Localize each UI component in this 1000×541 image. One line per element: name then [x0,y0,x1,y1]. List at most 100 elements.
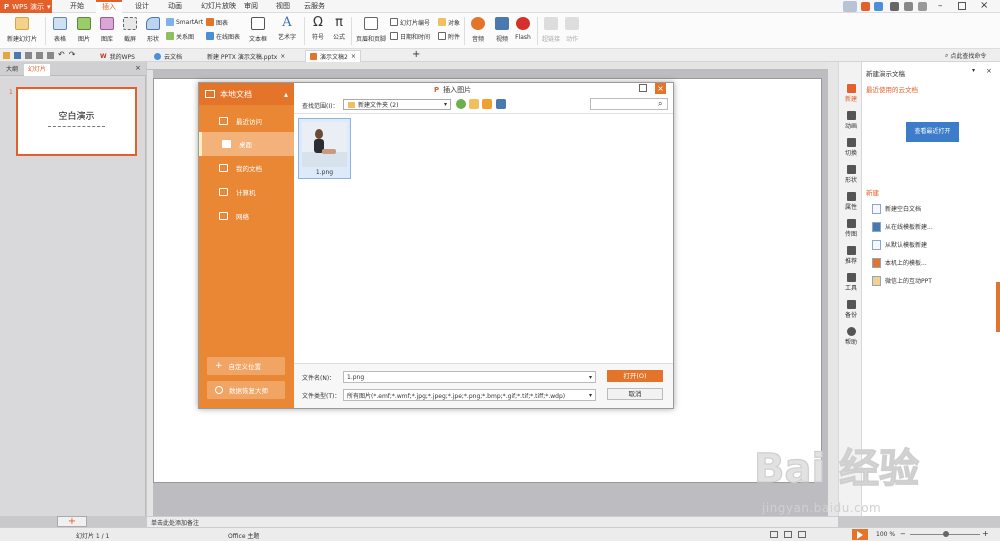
preview-icon[interactable] [36,51,43,59]
action-button[interactable]: 动作 [562,15,582,47]
side-item-my-documents[interactable]: 我的文档 [199,156,294,180]
strip-recommend[interactable]: 推荐 [839,244,863,270]
zoom-in-icon[interactable]: + [982,529,989,538]
local-docs-header[interactable]: 本地文档 ▴ [199,83,294,105]
view-menu-icon[interactable] [496,99,506,109]
file-item[interactable]: 1.png [298,118,351,179]
online-chart-button[interactable]: 在线图表 [206,31,240,41]
close-icon[interactable]: × [655,83,666,94]
online-template-link[interactable]: 从在线模板新建... [872,221,933,232]
find-command[interactable]: ⌕ 点此查找命令 [945,51,986,61]
symbol-button[interactable]: Ω 符号 [307,15,329,47]
tab-home[interactable]: 开始 [64,0,90,13]
strip-properties[interactable]: 属性 [839,190,863,216]
settings-icon[interactable] [918,2,927,11]
format-painter-icon[interactable] [47,51,54,59]
attachment-button[interactable]: 附件 [438,31,460,41]
close-icon[interactable]: × [986,67,992,75]
strip-animation[interactable]: 动画 [839,109,863,135]
feedback-icon[interactable] [890,2,899,11]
local-template-link[interactable]: 本机上的模板... [872,257,927,268]
save-icon[interactable] [14,51,21,59]
strip-upload-image[interactable]: 传图 [839,217,863,243]
slide-number-button[interactable]: 幻灯片编号 [390,17,430,27]
print-icon[interactable] [25,51,32,59]
flash-button[interactable]: Flash [513,15,533,47]
side-item-desktop[interactable]: 桌面 [199,132,294,156]
chevron-down-icon[interactable]: ▾ [972,67,975,74]
cloud-icon[interactable] [874,2,883,11]
app-menu-button[interactable]: P WPS 演示 ▾ [0,0,52,13]
reading-view-icon[interactable] [798,531,806,538]
zoom-out-icon[interactable]: − [900,530,906,538]
panel-collapse-handle[interactable] [996,282,1000,332]
maximize-icon[interactable] [958,2,966,10]
tab-animation[interactable]: 动画 [162,0,188,13]
tab-my-wps[interactable]: W 我的WPS [96,50,139,62]
skin-icon[interactable] [861,2,870,11]
strip-help[interactable]: 帮助 [839,325,863,351]
tab-presentation-2[interactable]: 演示文稿2 × [305,50,361,62]
audio-button[interactable]: 音频 [467,15,489,47]
hyperlink-button[interactable]: 超链接 [540,15,562,47]
normal-view-icon[interactable] [770,531,778,538]
filetype-select[interactable]: 所有图片(*.emf;*.wmf;*.jpg;*.jpeg;*.jpe;*.pn… [343,389,596,401]
tab-insert[interactable]: 插入 [96,0,122,13]
strip-backup[interactable]: 备份 [839,298,863,324]
tab-review[interactable]: 审阅 [238,0,264,13]
maximize-icon[interactable] [639,84,647,92]
date-time-button[interactable]: 日期和时间 [390,31,430,41]
add-slide-button[interactable]: + [57,516,87,527]
up-folder-icon[interactable] [469,99,479,109]
tab-slides[interactable]: 幻灯片 [24,64,51,76]
table-button[interactable]: 表格 [50,15,70,47]
new-folder-icon[interactable] [482,99,492,109]
tab-close-icon[interactable]: × [280,53,285,60]
data-recovery-button[interactable]: 数据恢复大师 [207,381,285,399]
custom-location-button[interactable]: + 自定义位置 [207,357,285,375]
chart-button[interactable]: 图表 [206,17,228,27]
tab-pptx-file[interactable]: 新建 PPTX 演示文稿.pptx × [203,50,289,62]
smartart-button[interactable]: SmartArt [166,17,203,27]
screenshot-button[interactable]: 截屏 [120,15,140,47]
redo-icon[interactable]: ↷ [69,51,76,59]
new-tab-icon[interactable]: + [412,49,420,61]
minimize-icon[interactable]: – [938,0,943,12]
tab-view[interactable]: 视图 [270,0,296,13]
shape-button[interactable]: 形状 [143,15,163,47]
filename-input[interactable]: 1.png ▾ [343,371,596,383]
new-slide-button[interactable]: 新建幻灯片 [4,15,40,47]
video-button[interactable]: 视频 [490,15,514,47]
file-list[interactable]: 1.png [294,113,673,363]
side-item-network[interactable]: 网络 [199,204,294,228]
wechat-ppt-link[interactable]: 微信上的互动PPT [872,275,932,286]
textbox-button[interactable]: 文本框 [246,15,270,47]
header-footer-button[interactable]: 页眉和页脚 [355,15,387,47]
strip-transition[interactable]: 切换 [839,136,863,162]
side-item-computer[interactable]: 计算机 [199,180,294,204]
strip-shape[interactable]: 形状 [839,163,863,189]
side-item-recent[interactable]: 最近访问 [199,109,294,133]
strip-new[interactable]: 新建 [839,82,863,108]
default-template-link[interactable]: 从默认模板新建 [872,239,927,250]
tab-outline[interactable]: 大纲 [2,64,22,76]
slide-thumbnail[interactable]: 空白演示 [16,87,137,156]
tab-cloud-docs[interactable]: 云文档 [150,50,186,62]
tab-design[interactable]: 设计 [129,0,155,13]
formula-button[interactable]: π 公式 [330,15,348,47]
sorter-view-icon[interactable] [784,531,792,538]
cancel-button[interactable]: 取消 [607,388,663,400]
gallery-button[interactable]: 图库 [97,15,117,47]
open-icon[interactable] [3,51,10,59]
close-icon[interactable]: × [135,64,141,72]
relation-chart-button[interactable]: 关系图 [166,31,194,41]
avatar[interactable] [843,1,857,12]
object-button[interactable]: 对象 [438,17,460,27]
notes-pane[interactable]: 单击此处添加备注 [147,516,838,527]
new-blank-link[interactable]: 新建空白文档 [872,203,921,214]
search-input[interactable]: ⌕ [590,98,668,110]
strip-tools[interactable]: 工具 [839,271,863,297]
tab-cloud[interactable]: 云服务 [298,0,331,13]
view-recent-button[interactable]: 查看最近打开 [906,122,959,142]
lookin-select[interactable]: 新建文件夹 (2) ▾ [343,99,451,110]
